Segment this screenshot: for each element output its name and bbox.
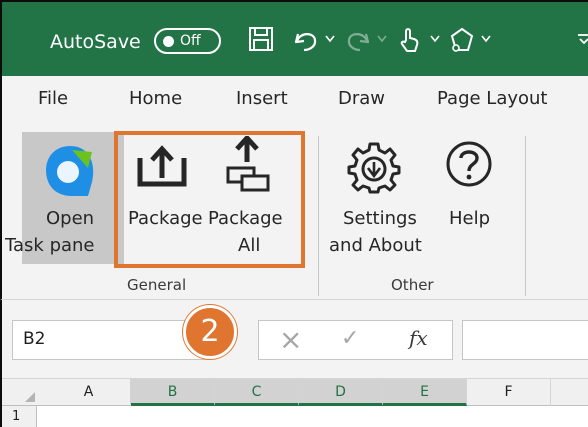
spreadsheet-grid: A B C D E F 1	[0, 378, 588, 427]
open-label: Open	[46, 208, 95, 229]
ribbon-tabs: File Home Insert Draw Page Layout	[0, 76, 588, 124]
help-label: Help	[449, 208, 491, 229]
confirm-entry-icon[interactable]: ✓	[341, 326, 359, 351]
name-box[interactable]: B2	[12, 320, 207, 360]
select-all-icon[interactable]	[24, 391, 36, 403]
formula-input[interactable]	[462, 320, 588, 360]
column-header-e[interactable]: E	[383, 379, 467, 406]
shapes-chevron-icon[interactable]	[481, 35, 491, 43]
redo-icon[interactable]	[344, 26, 372, 54]
settings-line2: and About	[329, 235, 422, 256]
callout-highlight-box	[114, 131, 305, 268]
autosave-state: Off	[180, 33, 201, 49]
step-number: 2	[200, 314, 220, 349]
autosave-label: AutoSave	[50, 31, 141, 53]
settings-gear-icon	[347, 142, 401, 194]
group-separator	[318, 136, 319, 296]
undo-icon[interactable]	[292, 26, 320, 54]
customize-toolbar-icon[interactable]	[578, 32, 588, 46]
tab-draw[interactable]: Draw	[338, 88, 385, 109]
group-label-general: General	[127, 276, 187, 294]
tab-insert[interactable]: Insert	[236, 88, 288, 109]
column-header-f[interactable]: F	[467, 379, 551, 406]
formula-controls: × ✓ fx	[258, 320, 453, 360]
help-question-icon	[446, 141, 492, 187]
tab-home[interactable]: Home	[129, 88, 182, 109]
tab-page-layout[interactable]: Page Layout	[437, 88, 548, 109]
step-number-badge: 2	[183, 305, 237, 359]
tab-file[interactable]: File	[38, 88, 68, 109]
column-header-c[interactable]: C	[215, 379, 299, 406]
redo-chevron-icon[interactable]	[377, 35, 387, 43]
task-pane-label: Task pane	[5, 235, 95, 256]
title-bar: AutoSave Off	[0, 0, 588, 76]
column-header-a[interactable]: A	[47, 379, 131, 406]
name-box-value: B2	[23, 329, 46, 349]
column-header-b[interactable]: B	[131, 379, 215, 406]
cancel-entry-icon[interactable]: ×	[279, 323, 302, 356]
addin-logo-icon	[46, 146, 94, 196]
touch-mode-icon[interactable]	[397, 26, 423, 54]
group-label-other: Other	[391, 276, 434, 294]
touch-mode-chevron-icon[interactable]	[430, 35, 440, 43]
autosave-toggle[interactable]: Off	[154, 28, 221, 54]
row-header-1[interactable]: 1	[2, 406, 37, 427]
save-icon[interactable]	[248, 26, 274, 52]
insert-function-icon[interactable]: fx	[409, 326, 428, 350]
settings-line1: Settings	[343, 208, 417, 229]
column-headers: A B C D E F	[2, 378, 588, 406]
group-separator-2	[525, 136, 526, 296]
column-header-d[interactable]: D	[299, 379, 383, 406]
formula-bar: B2 × ✓ fx	[0, 300, 588, 378]
shapes-icon[interactable]	[448, 26, 476, 54]
undo-chevron-icon[interactable]	[325, 35, 335, 43]
toggle-knob	[163, 36, 174, 47]
